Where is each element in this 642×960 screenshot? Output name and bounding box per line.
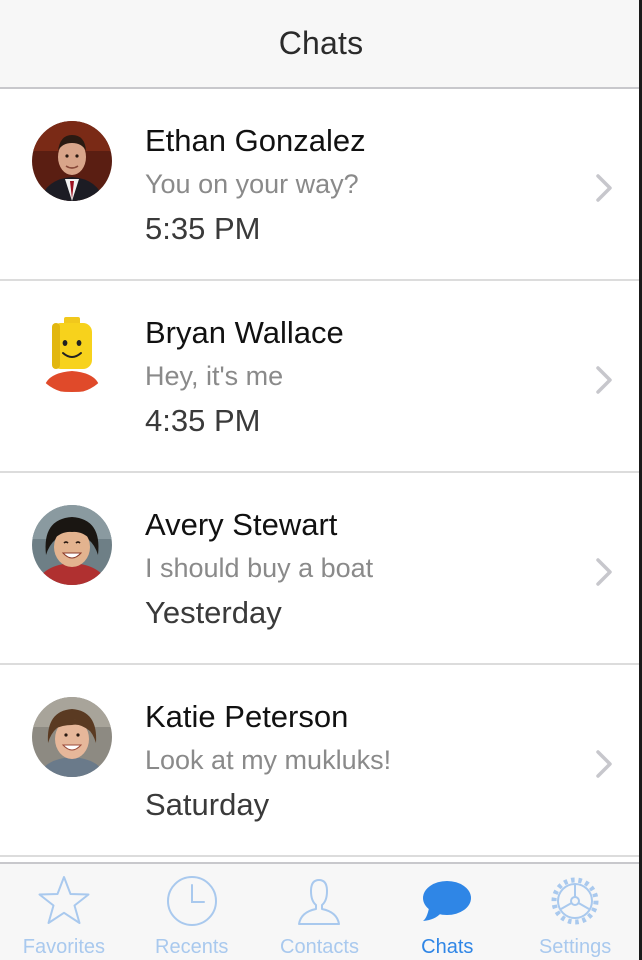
chat-row-avery-stewart[interactable]: Avery Stewart I should buy a boat Yester… — [0, 473, 639, 665]
tab-contacts[interactable]: Contacts — [256, 864, 384, 960]
contact-name: Avery Stewart — [145, 507, 338, 542]
chevron-right-icon — [595, 557, 615, 587]
star-icon — [36, 874, 92, 928]
navigation-bar: Chats — [0, 0, 642, 89]
message-preview: You on your way? — [145, 169, 359, 199]
contact-name: Katie Peterson — [145, 699, 349, 734]
chat-row-ethan-gonzalez[interactable]: Ethan Gonzalez You on your way? 5:35 PM — [0, 89, 639, 281]
tab-label: Chats — [421, 936, 474, 958]
avatar-avery-stewart — [32, 505, 112, 585]
tab-label: Favorites — [22, 936, 106, 958]
chat-row-katie-peterson[interactable]: Katie Peterson Look at my mukluks! Satur… — [0, 665, 639, 857]
chat-row-bryan-wallace[interactable]: Bryan Wallace Hey, it's me 4:35 PM — [0, 281, 639, 473]
tab-bar: Favorites Recents Contacts Chats Setting… — [0, 862, 639, 960]
chevron-right-icon — [595, 749, 615, 779]
avatar-katie-peterson — [32, 697, 112, 777]
avatar-ethan-gonzalez — [32, 121, 112, 201]
person-icon — [291, 874, 347, 928]
chevron-right-icon — [595, 365, 615, 395]
avatar-bryan-wallace — [32, 313, 112, 393]
message-preview: I should buy a boat — [145, 553, 374, 583]
message-time: 5:35 PM — [145, 211, 261, 246]
contact-name: Bryan Wallace — [145, 315, 344, 350]
contact-name: Ethan Gonzalez — [145, 123, 366, 158]
message-preview: Hey, it's me — [145, 361, 284, 391]
chevron-right-icon — [595, 173, 615, 203]
tab-label: Recents — [155, 936, 229, 958]
tab-favorites[interactable]: Favorites — [0, 864, 128, 960]
tab-chats[interactable]: Chats — [383, 864, 511, 960]
tab-label: Settings — [538, 936, 612, 958]
message-time: Yesterday — [145, 595, 282, 630]
chat-bubble-icon — [419, 874, 475, 928]
clock-icon — [164, 874, 220, 928]
chat-list: Ethan Gonzalez You on your way? 5:35 PM … — [0, 89, 639, 857]
tab-label: Contacts — [280, 936, 359, 958]
message-preview: Look at my mukluks! — [145, 745, 392, 775]
page-title: Chats — [278, 25, 364, 61]
tab-recents[interactable]: Recents — [128, 864, 256, 960]
message-time: 4:35 PM — [145, 403, 261, 438]
message-time: Saturday — [145, 787, 270, 822]
gear-icon — [547, 874, 603, 928]
tab-settings[interactable]: Settings — [511, 864, 639, 960]
